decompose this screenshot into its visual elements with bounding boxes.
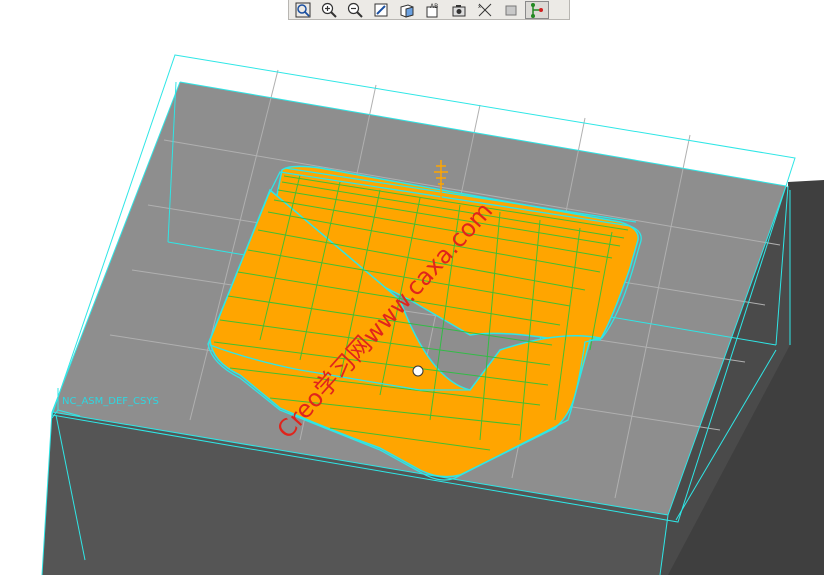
csys-label: NC_ASM_DEF_CSYS [62,396,159,407]
graphics-viewport[interactable]: NC_ASM_DEF_CSYS Creo学习网www.caxa.com [0,0,824,575]
spin-center-point [412,365,424,377]
